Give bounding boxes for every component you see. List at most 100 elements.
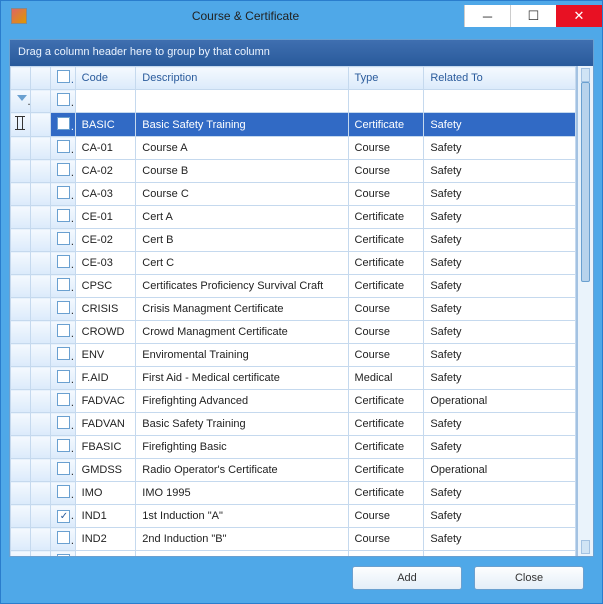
cell-type[interactable]: Certificate	[348, 482, 424, 505]
row-selector[interactable]	[31, 321, 51, 344]
cell-description[interactable]: Enviromental Training	[136, 344, 348, 367]
table-row[interactable]: CE-02Cert BCertificateSafety	[11, 229, 576, 252]
row-selector[interactable]	[31, 413, 51, 436]
cell-code[interactable]: CE-03	[75, 252, 136, 275]
cell-type[interactable]: Certificate	[348, 252, 424, 275]
window-close-button[interactable]: ✕	[556, 5, 602, 27]
cell-type[interactable]: Course	[348, 137, 424, 160]
scroll-thumb[interactable]	[581, 82, 590, 282]
cell-code[interactable]: CPSC	[75, 275, 136, 298]
cell-code[interactable]: CA-03	[75, 183, 136, 206]
filter-description[interactable]	[136, 90, 348, 113]
cell-related_to[interactable]: Safety	[424, 344, 576, 367]
row-checkbox[interactable]	[57, 531, 70, 544]
add-button[interactable]: Add	[352, 566, 462, 590]
row-checkbox[interactable]	[57, 462, 70, 475]
table-row[interactable]: FADVACFirefighting AdvancedCertificateOp…	[11, 390, 576, 413]
row-selector[interactable]	[31, 459, 51, 482]
row-checkbox-cell[interactable]	[51, 459, 75, 482]
row-checkbox[interactable]	[57, 347, 70, 360]
row-checkbox[interactable]	[57, 439, 70, 452]
row-checkbox[interactable]	[57, 255, 70, 268]
cell-type[interactable]: Course	[348, 528, 424, 551]
cell-type[interactable]: Course	[348, 344, 424, 367]
row-selector[interactable]	[31, 206, 51, 229]
cell-type[interactable]: Course	[348, 183, 424, 206]
filter-related-to[interactable]	[424, 90, 576, 113]
row-checkbox-cell[interactable]	[51, 321, 75, 344]
minimize-button[interactable]: ─	[464, 5, 510, 27]
row-checkbox-cell[interactable]	[51, 229, 75, 252]
table-row[interactable]: CA-01Course ACourseSafety	[11, 137, 576, 160]
cell-type[interactable]: Course	[348, 160, 424, 183]
cell-code[interactable]: CE-02	[75, 229, 136, 252]
cell-code[interactable]: CA-02	[75, 160, 136, 183]
row-checkbox-cell[interactable]	[51, 436, 75, 459]
table-row[interactable]: CA-03Course CCourseSafety	[11, 183, 576, 206]
row-checkbox-cell[interactable]	[51, 390, 75, 413]
cell-type[interactable]: Certificate	[348, 459, 424, 482]
row-checkbox[interactable]	[57, 232, 70, 245]
cell-related_to[interactable]: Safety	[424, 436, 576, 459]
cell-description[interactable]: Course A	[136, 137, 348, 160]
row-checkbox-cell[interactable]	[51, 482, 75, 505]
cell-description[interactable]: First Aid - Medical certificate	[136, 367, 348, 390]
cell-code[interactable]: CROWD	[75, 321, 136, 344]
cell-code[interactable]: IND3	[75, 551, 136, 557]
cell-description[interactable]: IMO 1995	[136, 482, 348, 505]
table-row[interactable]: IMOIMO 1995CertificateSafety	[11, 482, 576, 505]
filter-type[interactable]	[348, 90, 424, 113]
cell-description[interactable]: Crowd Managment Certificate	[136, 321, 348, 344]
row-checkbox[interactable]	[57, 324, 70, 337]
table-row[interactable]: FBASICFirefighting BasicCertificateSafet…	[11, 436, 576, 459]
cell-description[interactable]: Basic Safety Training	[136, 113, 348, 137]
row-selector[interactable]	[31, 482, 51, 505]
cell-related_to[interactable]: Safety	[424, 183, 576, 206]
row-selector[interactable]	[31, 390, 51, 413]
cell-type[interactable]: Certificate	[348, 229, 424, 252]
group-panel[interactable]: Drag a column header here to group by th…	[10, 40, 593, 66]
row-checkbox[interactable]	[57, 393, 70, 406]
cell-related_to[interactable]: Operational	[424, 459, 576, 482]
cell-related_to[interactable]: Safety	[424, 229, 576, 252]
maximize-button[interactable]: ☐	[510, 5, 556, 27]
row-checkbox-cell[interactable]	[51, 367, 75, 390]
table-row[interactable]: IND11st Induction "A"CourseSafety	[11, 505, 576, 528]
cell-type[interactable]: Course	[348, 505, 424, 528]
row-checkbox-cell[interactable]	[51, 298, 75, 321]
cell-description[interactable]: Course B	[136, 160, 348, 183]
cell-related_to[interactable]: Safety	[424, 413, 576, 436]
cell-type[interactable]: Certificate	[348, 206, 424, 229]
row-checkbox-cell[interactable]	[51, 528, 75, 551]
filter-checkbox-cell[interactable]	[51, 90, 75, 113]
table-row[interactable]: CRISISCrisis Managment CertificateCourse…	[11, 298, 576, 321]
cell-related_to[interactable]: Safety	[424, 367, 576, 390]
cell-related_to[interactable]: Safety	[424, 505, 576, 528]
col-checkbox[interactable]	[51, 67, 75, 90]
cell-description[interactable]: Firefighting Basic	[136, 436, 348, 459]
cell-type[interactable]: Course	[348, 551, 424, 557]
cell-description[interactable]: 3rd Induction "C"	[136, 551, 348, 557]
cell-description[interactable]: Firefighting Advanced	[136, 390, 348, 413]
col-related-to[interactable]: Related To	[424, 67, 576, 90]
cell-related_to[interactable]: Safety	[424, 551, 576, 557]
cell-related_to[interactable]: Safety	[424, 137, 576, 160]
cell-description[interactable]: Basic Safety Training	[136, 413, 348, 436]
cell-code[interactable]: CA-01	[75, 137, 136, 160]
row-checkbox[interactable]	[57, 163, 70, 176]
row-selector[interactable]	[31, 137, 51, 160]
row-selector[interactable]	[31, 113, 51, 137]
row-checkbox[interactable]	[57, 485, 70, 498]
row-checkbox[interactable]	[57, 209, 70, 222]
row-checkbox-cell[interactable]	[51, 183, 75, 206]
row-checkbox[interactable]	[57, 140, 70, 153]
titlebar[interactable]: Course & Certificate ─ ☐ ✕	[1, 1, 602, 31]
row-selector[interactable]	[31, 160, 51, 183]
row-checkbox-cell[interactable]	[51, 206, 75, 229]
cell-related_to[interactable]: Safety	[424, 482, 576, 505]
row-selector[interactable]	[31, 183, 51, 206]
row-checkbox[interactable]	[57, 117, 70, 130]
row-checkbox-cell[interactable]	[51, 344, 75, 367]
table-row[interactable]: CPSCCertificates Proficiency Survival Cr…	[11, 275, 576, 298]
cell-description[interactable]: Crisis Managment Certificate	[136, 298, 348, 321]
